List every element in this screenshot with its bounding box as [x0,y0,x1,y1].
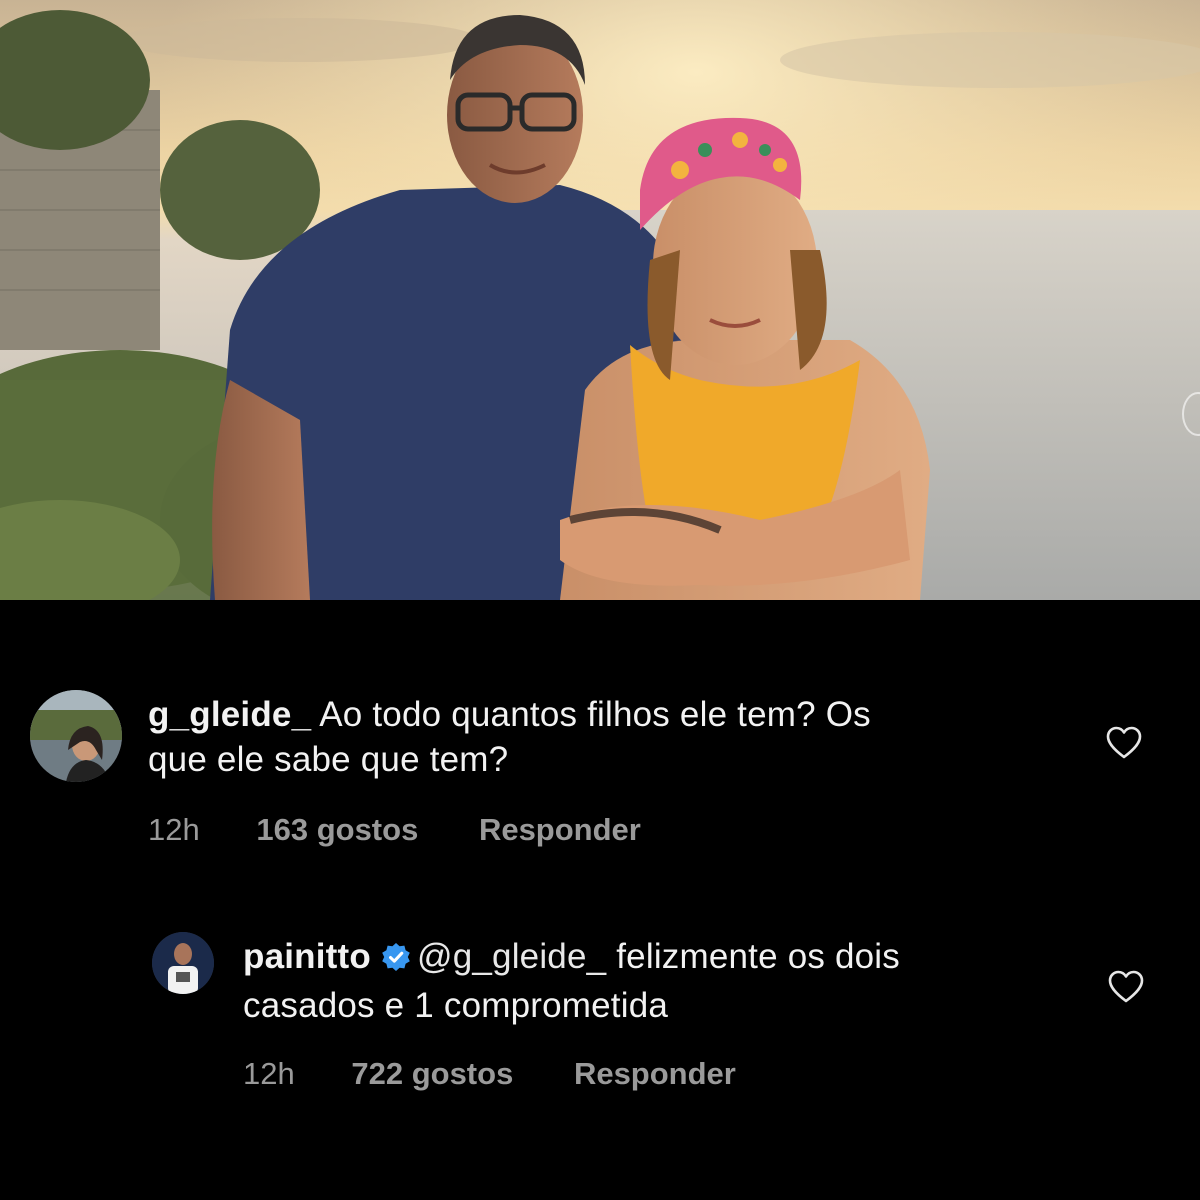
comment-body: g_gleide_ Ao todo quantos filhos ele tem… [148,692,1098,782]
profile-photo-icon [30,690,122,782]
comment-item: g_gleide_ Ao todo quantos filhos ele tem… [0,600,1200,860]
comment-time: 12h [148,812,200,847]
reply-button[interactable]: Responder [574,1056,736,1092]
reply-body: painitto @g_gleide_ felizmente os dois ca… [243,934,1093,1028]
reply-username[interactable]: painitto [243,937,371,976]
like-button[interactable] [1108,970,1144,1004]
avatar[interactable] [30,690,122,782]
heart-outline-icon [1106,726,1142,759]
reply-text: felizmente os dois [616,937,900,976]
reply-text-line2: casados e 1 comprometida [243,986,669,1025]
post-photo[interactable] [0,0,1200,600]
profile-photo-icon [152,932,214,994]
post-photo-art [0,0,1200,600]
reply-meta: 12h 722 gostos Responder [243,1056,736,1092]
avatar[interactable] [152,932,214,994]
reply-likes[interactable]: 722 gostos [351,1056,513,1092]
like-button[interactable] [1106,726,1142,760]
comment-likes[interactable]: 163 gostos [256,812,418,848]
heart-outline-icon [1108,970,1144,1003]
reply-time: 12h [243,1056,295,1091]
comments-section: g_gleide_ Ao todo quantos filhos ele tem… [0,600,1200,1200]
comment-text: Ao todo quantos filhos ele tem? Os [319,695,871,734]
reply-item: painitto @g_gleide_ felizmente os dois ca… [0,900,1200,1140]
comment-username[interactable]: g_gleide_ [148,695,311,734]
verified-badge-icon [381,938,411,983]
mention-link[interactable]: @g_gleide_ [417,937,606,976]
comment-text-line2: que ele sabe que tem? [148,740,509,779]
comment-meta: 12h 163 gostos Responder [148,812,641,848]
reply-button[interactable]: Responder [479,812,641,848]
